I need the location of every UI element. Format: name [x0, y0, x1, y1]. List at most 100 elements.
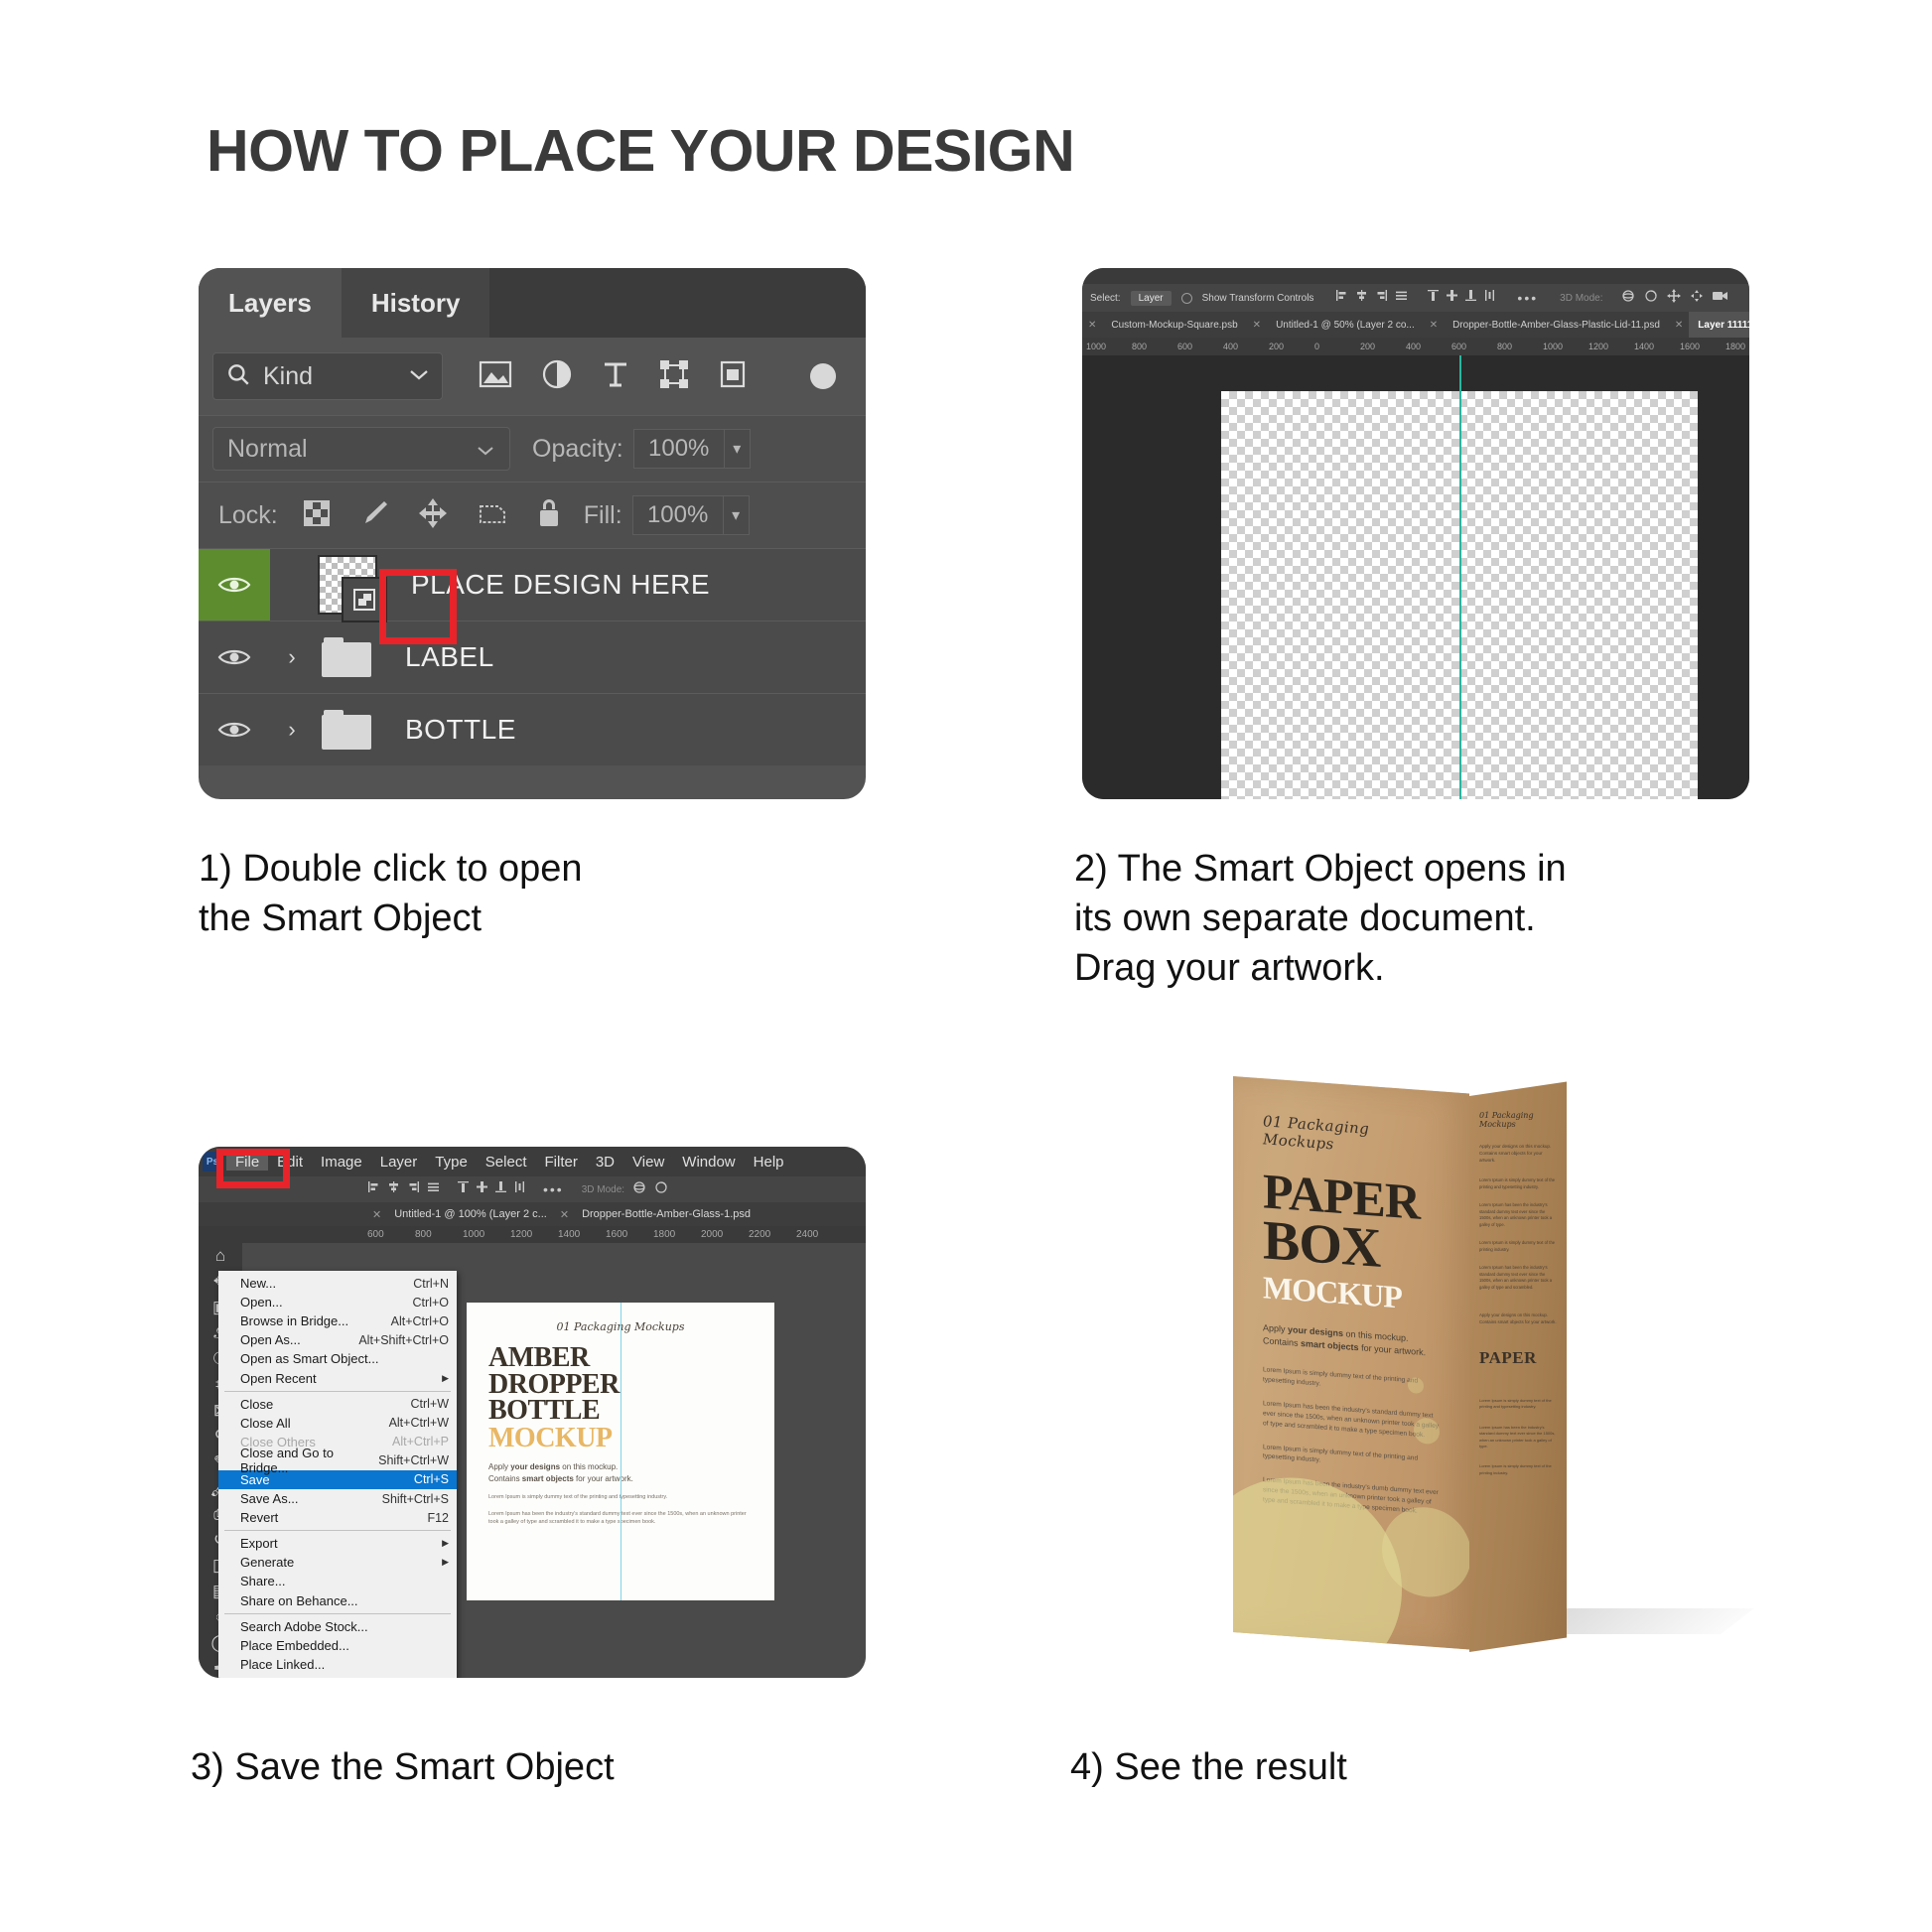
menu-item[interactable]: Share... — [218, 1572, 457, 1590]
distribute-v-center-icon[interactable] — [477, 1180, 487, 1198]
menu-item[interactable]: Open... Ctrl+O — [218, 1293, 457, 1311]
menu-item[interactable]: Place Embedded... — [218, 1636, 457, 1655]
group-expand-arrow-icon[interactable]: › — [270, 717, 314, 743]
distribute-icon[interactable] — [427, 1180, 440, 1198]
3d-pan-icon[interactable] — [1666, 288, 1681, 308]
table-row[interactable]: › BOTTLE — [199, 693, 866, 765]
opacity-stepper-icon[interactable]: ▾ — [724, 429, 751, 469]
align-right-icon[interactable] — [1375, 289, 1388, 307]
3d-orbit-icon[interactable] — [632, 1180, 646, 1199]
filter-toggle-icon[interactable] — [810, 363, 836, 389]
menu-image[interactable]: Image — [312, 1154, 371, 1171]
menu-layer[interactable]: Layer — [371, 1154, 427, 1171]
layer-thumbnail[interactable] — [318, 555, 387, 622]
tab-history[interactable]: History — [341, 268, 490, 338]
menu-item[interactable]: Open As... Alt+Shift+Ctrl+O — [218, 1330, 457, 1349]
distribute-bottom-icon[interactable] — [495, 1180, 506, 1198]
fill-value[interactable]: 100% — [631, 495, 724, 535]
doc-tab[interactable]: Untitled-1 @ 50% (Layer 2 co... — [1267, 312, 1424, 338]
3d-camera-icon[interactable] — [1712, 289, 1728, 308]
doc-tab[interactable]: Untitled-1 @ 100% (Layer 2 c... — [386, 1208, 555, 1220]
file-dropdown-menu[interactable]: New... Ctrl+N Open... Ctrl+O Browse in Bridg… — [218, 1271, 457, 1678]
chevron-down-icon[interactable] — [408, 367, 430, 386]
smart-object-icon[interactable] — [719, 359, 747, 394]
menu-filter[interactable]: Filter — [536, 1154, 587, 1171]
layer-visibility-toggle[interactable] — [199, 694, 270, 765]
align-center-icon[interactable] — [387, 1180, 400, 1198]
align-left-icon[interactable] — [367, 1180, 380, 1198]
lock-artboard-icon[interactable] — [477, 498, 508, 533]
table-row[interactable]: › LABEL — [199, 621, 866, 693]
opacity-value[interactable]: 100% — [632, 429, 725, 469]
doc-tab[interactable]: Custom-Mockup-Square.psb — [1102, 312, 1247, 338]
menu-item[interactable]: Close and Go to Bridge... Shift+Ctrl+W — [218, 1446, 457, 1475]
3d-roll-icon[interactable] — [1644, 289, 1658, 308]
lock-position-icon[interactable] — [417, 497, 449, 534]
distribute-top-icon[interactable] — [458, 1180, 469, 1198]
doc-tab-active[interactable]: Layer 1111111.psb @ 25% (Background Colo… — [1689, 312, 1749, 338]
layer-visibility-toggle[interactable] — [199, 549, 270, 621]
menu-item[interactable]: New... Ctrl+N — [218, 1274, 457, 1293]
3d-orbit-icon[interactable] — [1621, 289, 1635, 308]
3d-slide-icon[interactable] — [1690, 289, 1704, 308]
distribute-top-icon[interactable] — [1428, 289, 1440, 307]
chevron-down-icon[interactable] — [476, 435, 495, 464]
3d-roll-icon[interactable] — [654, 1180, 668, 1199]
home-icon[interactable]: ⌂ — [215, 1247, 225, 1264]
distribute-bottom-icon[interactable] — [1465, 289, 1477, 307]
close-icon[interactable]: ✕ — [1424, 312, 1444, 338]
align-right-icon[interactable] — [407, 1180, 420, 1198]
menu-select[interactable]: Select — [477, 1154, 536, 1171]
more-options-icon[interactable]: ••• — [543, 1181, 564, 1197]
canvas-area[interactable] — [1082, 355, 1749, 799]
close-icon[interactable]: ✕ — [1669, 312, 1689, 338]
distribute-h-icon[interactable] — [514, 1180, 525, 1198]
more-options-icon[interactable]: ••• — [1517, 290, 1538, 306]
lock-all-icon[interactable] — [536, 497, 562, 534]
doc-tab[interactable]: Dropper-Bottle-Amber-Glass-1.psd — [574, 1208, 759, 1220]
doc-tab[interactable]: Dropper-Bottle-Amber-Glass-Plastic-Lid-1… — [1444, 312, 1669, 338]
tab-layers[interactable]: Layers — [199, 268, 342, 338]
shape-icon[interactable] — [659, 359, 689, 394]
align-left-icon[interactable] — [1335, 289, 1348, 307]
menu-window[interactable]: Window — [673, 1154, 744, 1171]
menu-item[interactable]: Share on Behance... — [218, 1591, 457, 1610]
menu-type[interactable]: Type — [426, 1154, 477, 1171]
close-icon[interactable]: ✕ — [367, 1208, 386, 1221]
menu-item[interactable]: Browse in Bridge... Alt+Ctrl+O — [218, 1311, 457, 1330]
lock-transparent-pixels-icon[interactable] — [302, 498, 332, 533]
menu-item[interactable]: Save As... Shift+Ctrl+S — [218, 1489, 457, 1508]
blend-mode-dropdown[interactable]: Normal — [212, 427, 510, 471]
menu-item[interactable]: Generate ▶ — [218, 1553, 457, 1572]
menu-help[interactable]: Help — [745, 1154, 793, 1171]
menu-item[interactable]: Place Linked... — [218, 1655, 457, 1674]
adjustment-icon[interactable] — [542, 359, 572, 394]
image-icon[interactable] — [479, 359, 512, 394]
fill-stepper-icon[interactable]: ▾ — [723, 495, 750, 535]
type-icon[interactable] — [602, 359, 629, 394]
menu-item[interactable]: Open as Smart Object... — [218, 1349, 457, 1368]
distribute-h-icon[interactable] — [1484, 289, 1495, 307]
layer-visibility-toggle[interactable] — [199, 621, 270, 693]
menu-item[interactable]: Close Ctrl+W — [218, 1395, 457, 1414]
menu-item[interactable]: Search Adobe Stock... — [218, 1617, 457, 1636]
menu-item[interactable]: Close All Alt+Ctrl+W — [218, 1414, 457, 1433]
show-transform-checkbox[interactable] — [1180, 292, 1192, 304]
align-center-icon[interactable] — [1355, 289, 1368, 307]
table-row[interactable]: PLACE DESIGN HERE — [199, 548, 866, 644]
menu-view[interactable]: View — [623, 1154, 673, 1171]
menu-item[interactable]: Revert F12 — [218, 1508, 457, 1527]
close-icon[interactable]: ✕ — [1247, 312, 1267, 338]
canvas-area[interactable]: ⌂ ✥ ▣ 𝒮 ❍ ⌗ ⊠ ⚲ ✎ 🖌 ⎙ ↺ ◨ ▤ ◌ ◯ ✒ 01 P — [199, 1243, 866, 1678]
select-value-dropdown[interactable]: Layer — [1130, 290, 1172, 306]
kind-filter-dropdown[interactable]: Kind — [212, 352, 443, 400]
menu-3d[interactable]: 3D — [587, 1154, 623, 1171]
close-icon[interactable]: ✕ — [1082, 312, 1102, 338]
close-icon[interactable]: ✕ — [555, 1208, 574, 1221]
group-expand-arrow-icon[interactable]: › — [270, 644, 314, 670]
menu-item[interactable]: Export ▶ — [218, 1534, 457, 1553]
menu-item[interactable]: Open Recent ▶ — [218, 1368, 457, 1387]
distribute-icon[interactable] — [1395, 289, 1408, 307]
lock-image-pixels-icon[interactable] — [359, 498, 389, 533]
distribute-v-center-icon[interactable] — [1447, 289, 1458, 307]
